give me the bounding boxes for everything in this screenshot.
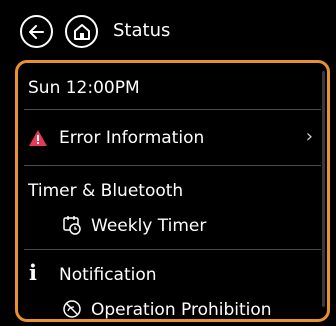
page-title: Status [113, 20, 171, 41]
error-information-row[interactable]: Error Information › [18, 110, 327, 165]
section-title-timer-bluetooth: Timer & Bluetooth [28, 181, 184, 201]
home-button[interactable] [65, 15, 98, 48]
back-button[interactable] [20, 15, 53, 48]
weekly-timer-label: Weekly Timer [91, 216, 207, 236]
operation-prohibition-icon [63, 300, 81, 318]
error-information-label: Error Information [59, 128, 205, 148]
warning-icon [29, 130, 47, 146]
scrollbar[interactable] [322, 71, 325, 307]
weekly-timer-item[interactable]: Weekly Timer [18, 208, 327, 244]
chevron-right-icon: › [305, 126, 313, 147]
clock-text: Sun 12:00PM [28, 78, 140, 98]
weekly-timer-icon [63, 216, 81, 235]
operation-prohibition-label: Operation Prohibition [91, 300, 272, 320]
status-list-panel[interactable]: Sun 12:00PM Error Information › Timer & … [15, 60, 330, 322]
clock-row: Sun 12:00PM [18, 63, 327, 110]
section-title-notification: Notification [59, 265, 157, 285]
back-arrow-icon [28, 24, 44, 39]
home-icon [73, 23, 90, 40]
header-bar: Status [0, 0, 336, 60]
info-icon: i [29, 260, 37, 285]
operation-prohibition-item[interactable]: Operation Prohibition [18, 291, 327, 320]
